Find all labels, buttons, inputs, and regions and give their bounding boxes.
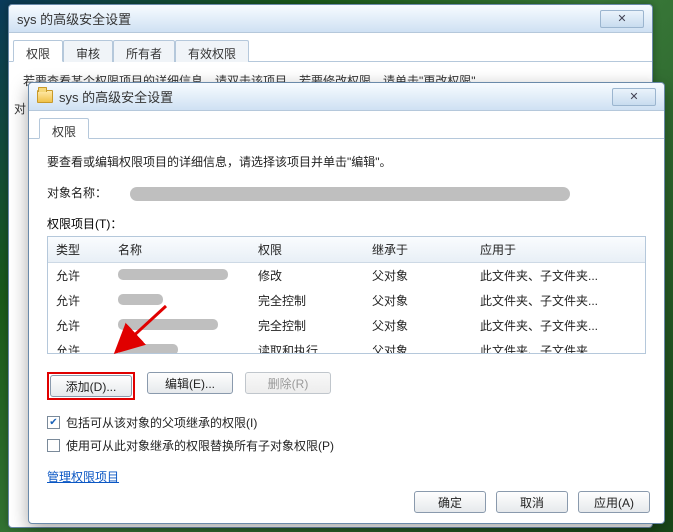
footer-buttons: 确定 取消 应用(A) [414, 491, 650, 513]
perm-table: 类型 名称 权限 继承于 应用于 允许修改父对象此文件夹、子文件夹...允许完全… [47, 236, 646, 354]
cell-type: 允许 [48, 313, 110, 338]
apply-button[interactable]: 应用(A) [578, 491, 650, 513]
checkbox-replace[interactable] [47, 439, 60, 452]
cell-app: 此文件夹、子文件夹... [472, 288, 645, 313]
table-row[interactable]: 允许 完全控制父对象此文件夹、子文件夹... [48, 313, 645, 338]
table-row[interactable]: 允许 读取和执行父对象此文件夹、子文件夹... [48, 338, 645, 354]
bg-tab-audit[interactable]: 审核 [63, 40, 113, 62]
cell-inh: 父对象 [364, 313, 472, 338]
table-body: 允许修改父对象此文件夹、子文件夹...允许完全控制父对象此文件夹、子文件夹...… [48, 263, 645, 354]
bg-tabs: 权限 审核 所有者 有效权限 [9, 33, 652, 62]
object-path-redacted [130, 187, 570, 201]
cell-name [110, 263, 250, 288]
fg-window: sys 的高级安全设置 ✕ 权限 要查看或编辑权限项目的详细信息，请选择该项目并… [28, 82, 665, 524]
manage-perm-link[interactable]: 管理权限项目 [47, 468, 119, 485]
perm-items-label: 权限项目(T)： [47, 215, 646, 232]
object-name-label: 对象名称： [47, 186, 107, 200]
table-header: 类型 名称 权限 继承于 应用于 [48, 237, 645, 263]
checkbox-row-1: ✔ 包括可从该对象的父项继承的权限(I) [47, 414, 646, 431]
bg-titlebar[interactable]: sys 的高级安全设置 ✕ [9, 5, 652, 33]
th-perm[interactable]: 权限 [250, 237, 364, 262]
cell-perm: 修改 [250, 263, 364, 288]
checkbox-row-2: 使用可从此对象继承的权限替换所有子对象权限(P) [47, 437, 646, 454]
fg-intro: 要查看或编辑权限项目的详细信息，请选择该项目并单击"编辑"。 [47, 153, 646, 170]
cell-name [110, 313, 250, 338]
cell-inh: 父对象 [364, 338, 472, 354]
ok-button[interactable]: 确定 [414, 491, 486, 513]
cell-name [110, 288, 250, 313]
fg-tab-permissions[interactable]: 权限 [39, 118, 89, 139]
cell-name [110, 338, 250, 354]
object-name-row: 对象名称： [47, 184, 646, 201]
th-type[interactable]: 类型 [48, 237, 110, 262]
bg-tab-owner[interactable]: 所有者 [113, 40, 175, 62]
cell-perm: 完全控制 [250, 288, 364, 313]
bg-left-char: 对 [14, 100, 26, 117]
table-row[interactable]: 允许 修改父对象此文件夹、子文件夹... [48, 263, 645, 288]
bg-tab-permissions[interactable]: 权限 [13, 40, 63, 62]
th-inherited[interactable]: 继承于 [364, 237, 472, 262]
bg-close-icon[interactable]: ✕ [600, 10, 644, 28]
fg-titlebar[interactable]: sys 的高级安全设置 ✕ [29, 83, 664, 111]
fg-close-icon[interactable]: ✕ [612, 88, 656, 106]
cell-app: 此文件夹、子文件夹... [472, 338, 645, 354]
checkbox-inherit[interactable]: ✔ [47, 416, 60, 429]
button-row: 添加(D)... 编辑(E)... 删除(R) [47, 372, 646, 400]
table-row[interactable]: 允许 完全控制父对象此文件夹、子文件夹... [48, 288, 645, 313]
th-applies[interactable]: 应用于 [472, 237, 645, 262]
fg-tabs: 权限 [29, 111, 664, 139]
th-name[interactable]: 名称 [110, 237, 250, 262]
cell-type: 允许 [48, 263, 110, 288]
cell-app: 此文件夹、子文件夹... [472, 313, 645, 338]
cell-inh: 父对象 [364, 263, 472, 288]
checkbox-replace-label: 使用可从此对象继承的权限替换所有子对象权限(P) [66, 437, 334, 454]
cell-inh: 父对象 [364, 288, 472, 313]
checkbox-inherit-label: 包括可从该对象的父项继承的权限(I) [66, 414, 257, 431]
bg-title: sys 的高级安全设置 [17, 9, 131, 28]
cell-perm: 完全控制 [250, 313, 364, 338]
add-button-highlight: 添加(D)... [47, 372, 135, 400]
edit-button[interactable]: 编辑(E)... [147, 372, 233, 394]
bg-tab-effective[interactable]: 有效权限 [175, 40, 249, 62]
cell-app: 此文件夹、子文件夹... [472, 263, 645, 288]
delete-button: 删除(R) [245, 372, 331, 394]
cell-type: 允许 [48, 288, 110, 313]
cancel-button[interactable]: 取消 [496, 491, 568, 513]
add-button[interactable]: 添加(D)... [50, 375, 132, 397]
fg-title: sys 的高级安全设置 [59, 87, 173, 106]
cell-perm: 读取和执行 [250, 338, 364, 354]
folder-icon [37, 90, 53, 103]
cell-type: 允许 [48, 338, 110, 354]
